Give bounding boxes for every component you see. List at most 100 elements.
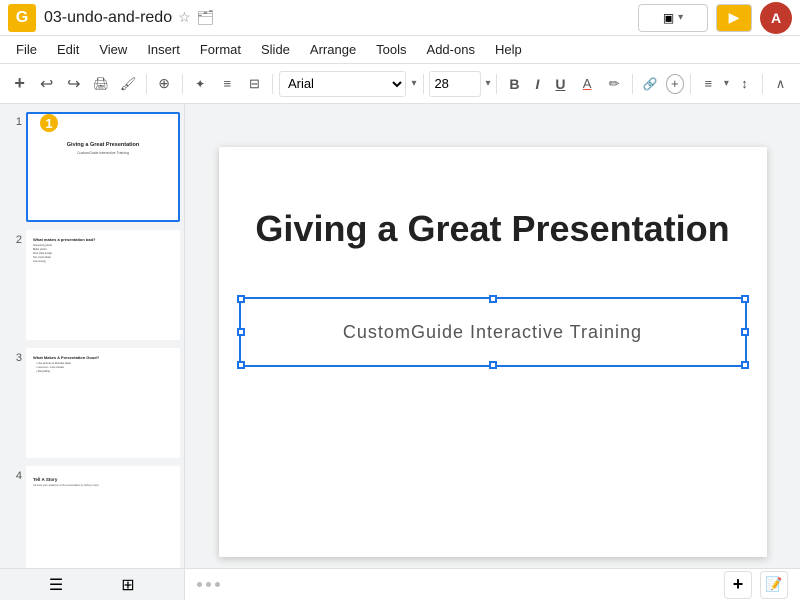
slide-thumb-2[interactable]: What makes a presentation bad? Interesti… bbox=[26, 230, 180, 340]
layout-button[interactable]: ▣ ▾ bbox=[638, 4, 708, 32]
slide-4-title: Tell A Story bbox=[33, 477, 173, 482]
menu-help[interactable]: Help bbox=[487, 40, 530, 59]
slide-1-subtitle: CustomGuide Interactive Training bbox=[30, 151, 176, 155]
handle-top-right[interactable] bbox=[741, 295, 749, 303]
menu-tools[interactable]: Tools bbox=[368, 40, 414, 59]
highlight-button[interactable]: ✏ bbox=[603, 71, 626, 97]
separator-7 bbox=[690, 74, 691, 94]
dot-1 bbox=[197, 582, 202, 587]
slide-thumb-3[interactable]: What Makes A Presentation Good? • Use pi… bbox=[26, 348, 180, 458]
handle-bottom-left[interactable] bbox=[237, 361, 245, 369]
separator-3 bbox=[272, 74, 273, 94]
avatar: A bbox=[760, 2, 792, 34]
slide-thumb-4[interactable]: Tell A Story Connect your audience to th… bbox=[26, 466, 180, 576]
font-family-select[interactable]: Arial Times New Roman Verdana bbox=[279, 71, 406, 97]
font-dropdown-icon: ▾ bbox=[412, 78, 417, 89]
bold-button[interactable]: B bbox=[503, 71, 525, 97]
redo-button[interactable]: ↪ bbox=[62, 71, 85, 97]
grid-view-button[interactable]: ⊞ bbox=[114, 571, 142, 599]
bottom-dots bbox=[197, 582, 220, 587]
menu-bar: File Edit View Insert Format Slide Arran… bbox=[0, 36, 800, 64]
paint-format-button[interactable]: 🖌 bbox=[117, 71, 140, 97]
link-button[interactable]: 🔗 bbox=[639, 71, 662, 97]
print-button[interactable]: 🖨 bbox=[89, 71, 112, 97]
slide-4-line-1: Connect your audience to the presentatio… bbox=[33, 484, 173, 487]
doc-title: 03-undo-and-redo bbox=[44, 9, 172, 27]
main-content: 1 1 Giving a Great Presentation CustomGu… bbox=[0, 104, 800, 600]
slide-item-2[interactable]: 2 What makes a presentation bad? Interes… bbox=[4, 230, 180, 340]
menu-insert[interactable]: Insert bbox=[139, 40, 188, 59]
slide-2-line-5: Low energy bbox=[33, 260, 173, 263]
select-button[interactable]: ✦ bbox=[189, 71, 212, 97]
slide-subtitle-box[interactable]: CustomGuide Interactive Training bbox=[239, 297, 747, 367]
comment-button[interactable]: + bbox=[666, 74, 684, 94]
bottom-bar: + 📝 bbox=[185, 568, 800, 600]
notes-button[interactable]: 📝 bbox=[760, 571, 788, 599]
slide-3-bullet-3: • Storytelling bbox=[33, 370, 173, 373]
menu-view[interactable]: View bbox=[91, 40, 135, 59]
handle-bottom-center[interactable] bbox=[489, 361, 497, 369]
menu-edit[interactable]: Edit bbox=[49, 40, 87, 59]
slide-item-3[interactable]: 3 What Makes A Presentation Good? • Use … bbox=[4, 348, 180, 458]
title-section: 03-undo-and-redo ☆ 🗂 bbox=[44, 9, 638, 27]
slide-number-3: 3 bbox=[4, 348, 22, 364]
folder-icon[interactable]: 🗂 bbox=[197, 9, 215, 26]
slide-2-title: What makes a presentation bad? bbox=[33, 237, 173, 242]
italic-button[interactable]: I bbox=[529, 71, 545, 97]
slides-panel: 1 1 Giving a Great Presentation CustomGu… bbox=[0, 104, 185, 600]
separator-1 bbox=[146, 74, 147, 94]
slide-main-title: Giving a Great Presentation bbox=[239, 207, 747, 250]
add-button[interactable]: + bbox=[8, 71, 31, 97]
slide-item-1[interactable]: 1 1 Giving a Great Presentation CustomGu… bbox=[4, 112, 180, 222]
menu-arrange[interactable]: Arrange bbox=[302, 40, 364, 59]
text-color-button[interactable]: A bbox=[576, 71, 599, 97]
present-icon: ▶ bbox=[729, 9, 740, 26]
underline-button[interactable]: U bbox=[549, 71, 571, 97]
present-button[interactable]: ▶ bbox=[716, 4, 752, 32]
menu-slide[interactable]: Slide bbox=[253, 40, 298, 59]
handle-middle-right[interactable] bbox=[741, 328, 749, 336]
shape-button[interactable]: ⊟ bbox=[243, 71, 266, 97]
menu-file[interactable]: File bbox=[8, 40, 45, 59]
editor-area: Giving a Great Presentation CustomGuide … bbox=[185, 104, 800, 600]
slide-number-1: 1 bbox=[4, 112, 22, 128]
font-size-input[interactable] bbox=[429, 71, 481, 97]
line-height-button[interactable]: ↕ bbox=[733, 71, 756, 97]
slide-number-4: 4 bbox=[4, 466, 22, 482]
slide-2-line-3: Poor slide design bbox=[33, 252, 173, 255]
slide-number-2: 2 bbox=[4, 230, 22, 246]
zoom-plus-button[interactable]: + bbox=[724, 571, 752, 599]
separator-5 bbox=[496, 74, 497, 94]
text-button[interactable]: ≡ bbox=[216, 71, 239, 97]
zoom-button[interactable]: ⊕ bbox=[153, 71, 176, 97]
star-icon[interactable]: ☆ bbox=[178, 9, 191, 26]
doc-icon: G bbox=[8, 4, 36, 32]
slide-thumb-1[interactable]: 1 Giving a Great Presentation CustomGuid… bbox=[26, 112, 180, 222]
undo-button[interactable]: ↩ bbox=[35, 71, 58, 97]
slide-2-line-4: Too much detail bbox=[33, 256, 173, 259]
slide-subtitle-text: CustomGuide Interactive Training bbox=[343, 322, 642, 343]
slide-item-4[interactable]: 4 Tell A Story Connect your audience to … bbox=[4, 466, 180, 576]
collapse-toolbar-button[interactable]: ∧ bbox=[769, 71, 792, 97]
align-button[interactable]: ≡ bbox=[697, 71, 720, 97]
slide-badge-1: 1 bbox=[38, 112, 60, 134]
list-view-button[interactable]: ☰ bbox=[42, 571, 70, 599]
panel-bottom: ☰ ⊞ bbox=[0, 568, 185, 600]
slide-canvas: Giving a Great Presentation CustomGuide … bbox=[219, 147, 767, 557]
separator-6 bbox=[632, 74, 633, 94]
handle-top-left[interactable] bbox=[237, 295, 245, 303]
handle-middle-left[interactable] bbox=[237, 328, 245, 336]
dot-3 bbox=[215, 582, 220, 587]
handle-bottom-right[interactable] bbox=[741, 361, 749, 369]
menu-format[interactable]: Format bbox=[192, 40, 249, 59]
layout-dropdown-icon: ▾ bbox=[678, 12, 683, 23]
slide-3-bullet-2: • Less text - more visuals bbox=[33, 366, 173, 369]
slide-2-line-2: Bullet points bbox=[33, 248, 173, 251]
separator-4 bbox=[423, 74, 424, 94]
bottom-right-buttons: + 📝 bbox=[724, 571, 788, 599]
handle-top-center[interactable] bbox=[489, 295, 497, 303]
top-right-buttons: ▣ ▾ ▶ A bbox=[638, 2, 792, 34]
menu-addons[interactable]: Add-ons bbox=[419, 40, 483, 59]
slide-1-title: Giving a Great Presentation bbox=[30, 142, 176, 149]
dot-2 bbox=[206, 582, 211, 587]
